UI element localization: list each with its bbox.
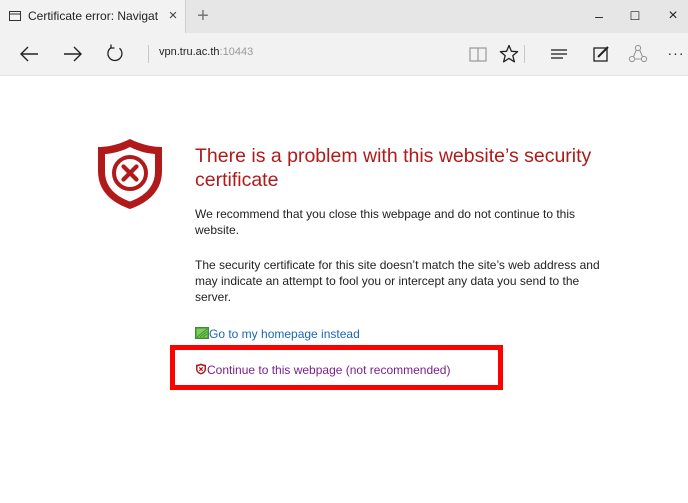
highlight-box [170, 345, 503, 390]
tab-strip: Certificate error: Navigat × + – ☐ × [0, 0, 688, 33]
shield-error-icon [98, 139, 162, 209]
tab-title: Certificate error: Navigat [28, 9, 159, 23]
maximize-button[interactable]: ☐ [620, 5, 650, 27]
web-note-icon[interactable] [589, 42, 613, 66]
home-icon [195, 327, 209, 339]
page-title: There is a problem with this website’s s… [195, 145, 592, 191]
address-separator [148, 45, 149, 63]
navigation-bar: vpn.tru.ac.th:10443 ··· [0, 33, 688, 76]
tab-close-icon[interactable]: × [165, 7, 181, 25]
more-actions-button[interactable]: ··· [664, 42, 688, 64]
minimize-button[interactable]: – [584, 5, 614, 27]
star-icon[interactable] [497, 42, 521, 66]
window-icon [9, 11, 21, 21]
share-icon[interactable] [626, 42, 650, 66]
reading-view-icon[interactable] [466, 42, 490, 66]
forward-arrow-icon[interactable] [61, 42, 85, 66]
tab-certificate-error[interactable]: Certificate error: Navigat × [0, 0, 186, 33]
homepage-link[interactable]: Go to my homepage instead [195, 326, 360, 342]
address-bar[interactable]: vpn.tru.ac.th:10443 [159, 46, 253, 58]
refresh-icon[interactable] [103, 42, 127, 66]
close-window-button[interactable]: × [658, 5, 688, 27]
homepage-link-label: Go to my homepage instead [209, 327, 360, 341]
address-port: :10443 [219, 46, 254, 58]
hub-icon[interactable] [547, 42, 571, 66]
certificate-mismatch-text: The security certificate for this site d… [195, 258, 600, 304]
new-tab-button[interactable]: + [190, 4, 216, 28]
toolbar-separator [524, 45, 525, 63]
recommendation-text: We recommend that you close this webpage… [195, 207, 576, 237]
back-arrow-icon[interactable] [17, 42, 41, 66]
address-host: vpn.tru.ac.th [159, 46, 220, 58]
browser-window: Certificate error: Navigat × + – ☐ × vpn… [0, 0, 688, 503]
